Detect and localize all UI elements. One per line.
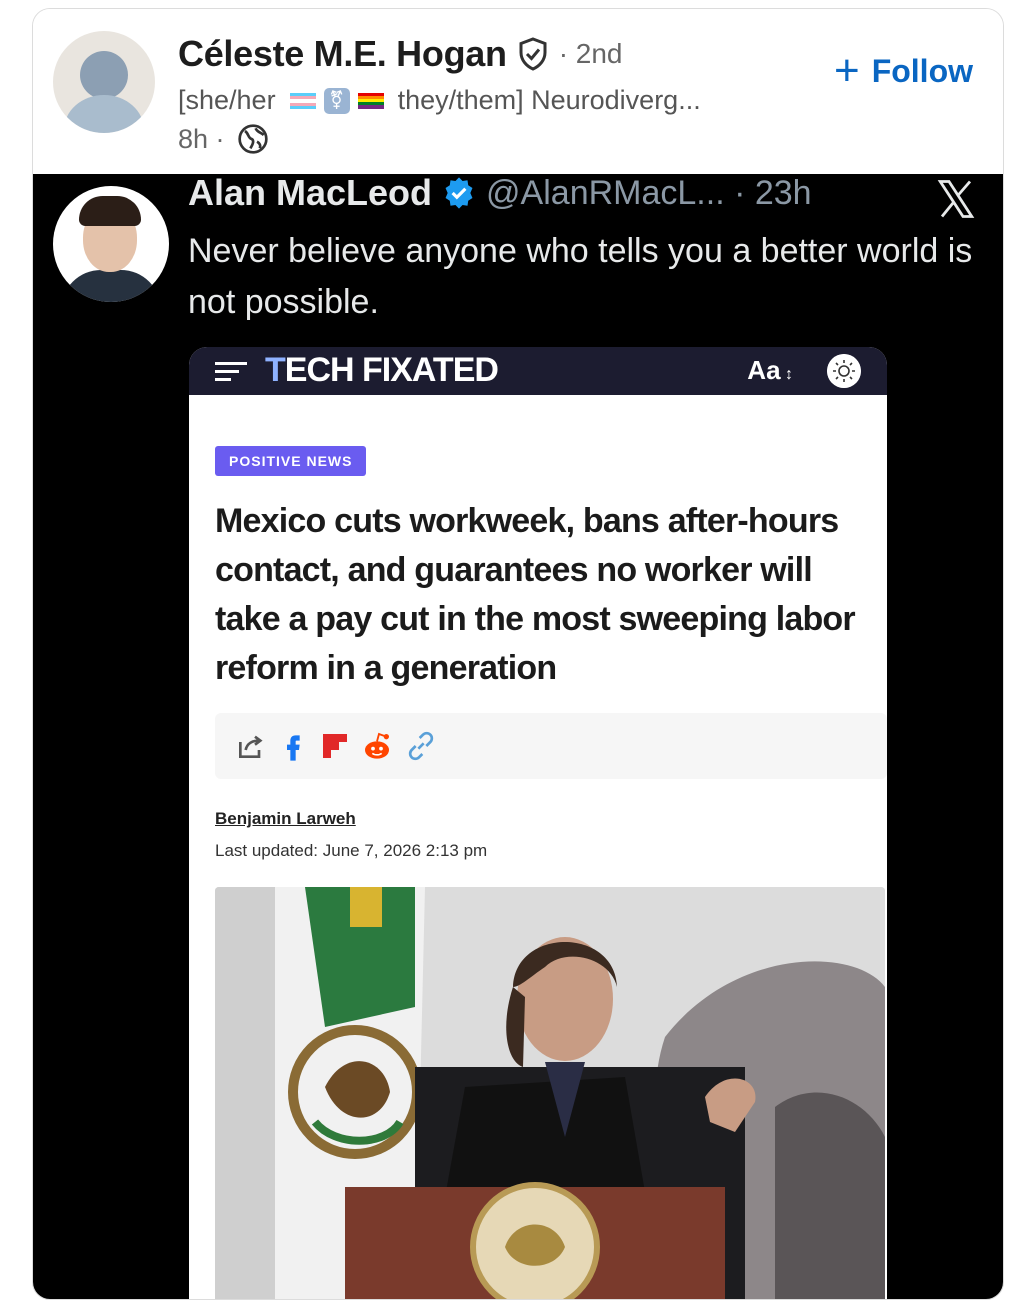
follow-label: Follow xyxy=(871,52,973,89)
site-logo-rest: ECH FIXATED xyxy=(284,351,499,389)
avatar-head xyxy=(80,51,128,99)
post-meta: 8h · xyxy=(178,123,269,155)
facebook-icon xyxy=(287,735,300,761)
feed-post-card: Céleste M.E. Hogan · 2nd [she/her ⚧ they… xyxy=(32,8,1004,1300)
article-screenshot: TECH FIXATED Aa ↕ POSITIVE NEWS Mexico c… xyxy=(189,347,887,1299)
author-headline: [she/her ⚧ they/them] Neurodiverg... xyxy=(178,85,701,116)
article-site-bar: TECH FIXATED Aa ↕ xyxy=(189,347,887,395)
share-icon xyxy=(239,735,263,758)
site-logo: TECH FIXATED xyxy=(265,351,499,390)
x-logo-icon xyxy=(937,180,975,218)
site-logo-first: T xyxy=(265,351,286,389)
avatar-body xyxy=(64,95,144,133)
avatar-suit xyxy=(61,270,161,302)
shield-check-icon xyxy=(519,37,547,71)
author-name-row: Céleste M.E. Hogan · 2nd xyxy=(178,33,623,75)
reddit-icon xyxy=(365,732,389,759)
author-avatar[interactable] xyxy=(53,31,155,133)
article-headline: Mexico cuts workweek, bans after-hours c… xyxy=(215,502,856,687)
plus-icon: + xyxy=(833,46,860,95)
post-time: 8h · xyxy=(178,123,225,154)
article-updated: Last updated: June 7, 2026 2:13 pm xyxy=(215,841,488,860)
flipboard-icon xyxy=(323,734,347,758)
verified-badge-icon xyxy=(445,177,473,209)
article-photo-illustration xyxy=(215,887,885,1299)
follow-button[interactable]: + Follow xyxy=(834,49,973,93)
tweet-author-row: Alan MacLeod @AlanRMacL... · 23h xyxy=(188,174,812,214)
globe-icon xyxy=(237,124,268,154)
tweet-avatar xyxy=(53,186,169,302)
font-toggle-label: Aa xyxy=(747,355,781,385)
author-name[interactable]: Céleste M.E. Hogan xyxy=(178,33,507,75)
connection-degree: · 2nd xyxy=(558,38,623,69)
category-badge: POSITIVE NEWS xyxy=(215,446,367,476)
tweet-handle: @AlanRMacL... · 23h xyxy=(486,174,812,212)
avatar-hair xyxy=(79,196,141,226)
share-bar xyxy=(215,713,887,779)
tweet-text: Never believe anyone who tells you a bet… xyxy=(188,232,973,321)
sun-icon xyxy=(827,354,861,388)
link-icon xyxy=(408,731,434,761)
font-size-toggle: Aa ↕ xyxy=(747,355,793,385)
headline-start: [she/her xyxy=(178,85,276,115)
post-header: Céleste M.E. Hogan · 2nd [she/her ⚧ they… xyxy=(33,9,1003,174)
transgender-symbol-icon: ⚧ xyxy=(323,87,350,114)
menu-icon xyxy=(215,362,247,381)
embedded-tweet-image[interactable]: Alan MacLeod @AlanRMacL... · 23h Never b… xyxy=(33,174,1003,1299)
article-photo xyxy=(215,887,885,1299)
trans-flag-icon xyxy=(289,92,316,109)
rainbow-flag-icon xyxy=(357,92,384,109)
headline-end: they/them] Neurodiverg... xyxy=(397,85,701,115)
tweet-author-name: Alan MacLeod xyxy=(188,174,433,213)
article-author: Benjamin Larweh xyxy=(215,809,356,828)
